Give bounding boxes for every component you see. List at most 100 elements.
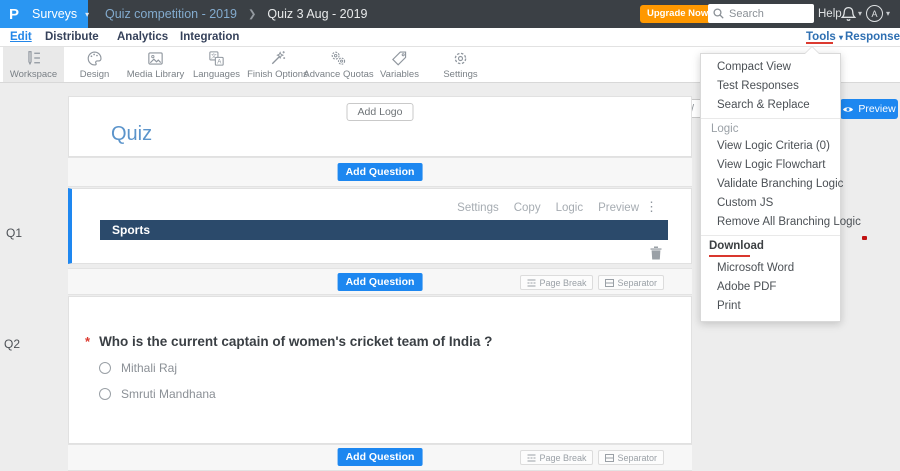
top-bar: P Surveys ▾ Quiz competition - 2019 ❯ Qu… xyxy=(0,0,900,28)
question-group-title[interactable]: Sports xyxy=(100,220,668,240)
menu-item-microsoft-word[interactable]: Microsoft Word xyxy=(701,259,840,278)
menu-item-remove-branching-logic[interactable]: Remove All Branching Logic xyxy=(701,213,861,232)
tab-integration[interactable]: Integration xyxy=(180,28,239,46)
toolbar-settings[interactable]: Settings xyxy=(430,47,491,82)
product-name: Surveys xyxy=(32,7,78,21)
avatar-initial: A xyxy=(871,8,878,19)
page-break-icon xyxy=(527,454,536,461)
question-text: Who is the current captain of women's cr… xyxy=(99,334,493,349)
eye-icon xyxy=(843,106,854,112)
answer-option[interactable]: Mithali Raj xyxy=(99,361,177,375)
breadcrumb-folder[interactable]: Quiz competition - 2019 xyxy=(105,7,237,21)
menu-divider xyxy=(701,118,840,119)
breadcrumb: Quiz competition - 2019 ❯ Quiz 3 Aug - 2… xyxy=(105,0,367,28)
separator-button[interactable]: Separator xyxy=(598,450,664,465)
insert-row: Add Question Page Break Separator xyxy=(68,444,692,471)
question-logic-link[interactable]: Logic xyxy=(556,202,584,214)
page-break-button[interactable]: Page Break xyxy=(520,450,594,465)
menu-item-validate-branching-logic[interactable]: Validate Branching Logic xyxy=(701,175,843,194)
question-actions: Settings Copy Logic Preview xyxy=(457,202,639,214)
radio-icon[interactable] xyxy=(99,388,111,400)
toolbar-advance-quotas[interactable]: Advance Quotas xyxy=(303,47,374,82)
question-block-q1[interactable]: Settings Copy Logic Preview ⋮ Sports xyxy=(68,188,692,264)
tag-icon xyxy=(392,51,407,66)
separator-icon xyxy=(605,278,615,287)
page-break-icon xyxy=(527,279,536,286)
tab-analytics[interactable]: Analytics xyxy=(117,28,168,46)
add-logo-button[interactable]: Add Logo xyxy=(346,103,414,121)
separator-button[interactable]: Separator xyxy=(598,275,664,290)
question-block-q2[interactable]: * Who is the current captain of women's … xyxy=(68,296,692,444)
question-copy-link[interactable]: Copy xyxy=(514,202,541,214)
menu-item-print[interactable]: Print xyxy=(701,297,840,316)
survey-title[interactable]: Quiz xyxy=(111,123,152,146)
translate-icon: 文 A xyxy=(209,51,224,66)
annotation-red-dot xyxy=(862,236,867,240)
tab-distribute[interactable]: Distribute xyxy=(45,28,99,46)
tools-annotation-underline xyxy=(806,42,833,44)
question-settings-link[interactable]: Settings xyxy=(457,202,499,214)
question-text-row[interactable]: * Who is the current captain of women's … xyxy=(85,334,492,349)
insert-row: Add Question Page Break Separator xyxy=(68,268,692,295)
toolbar-workspace[interactable]: Workspace xyxy=(3,47,64,82)
survey-header-card: Add Logo Quiz xyxy=(68,96,692,157)
menu-item-search-replace[interactable]: Search & Replace xyxy=(701,96,840,115)
avatar[interactable]: A xyxy=(866,5,883,22)
tab-edit[interactable]: Edit xyxy=(10,28,32,46)
gear-icon xyxy=(454,52,467,65)
main-nav: Edit Distribute Analytics Integration To… xyxy=(0,28,900,61)
question-number-q1: Q1 xyxy=(6,226,23,240)
insert-row: Add Question xyxy=(68,157,692,187)
help-link[interactable]: Help xyxy=(818,0,842,28)
add-question-button[interactable]: Add Question xyxy=(337,163,423,181)
add-question-button[interactable]: Add Question xyxy=(337,273,423,291)
menu-item-view-logic-flowchart[interactable]: View Logic Flowchart xyxy=(701,156,840,175)
toolbar-finish-options[interactable]: Finish Options xyxy=(247,47,308,82)
gears-icon xyxy=(331,51,346,65)
toolbar-design[interactable]: Design xyxy=(64,47,125,82)
menu-item-adobe-pdf[interactable]: Adobe PDF xyxy=(701,278,840,297)
image-icon xyxy=(148,52,163,65)
workspace-icon xyxy=(28,51,40,66)
responses-link[interactable]: Responses: 0 xyxy=(845,28,900,61)
download-annotation-underline xyxy=(709,255,750,257)
breadcrumb-survey[interactable]: Quiz 3 Aug - 2019 xyxy=(267,7,367,21)
toolbar-variables[interactable]: Variables xyxy=(369,47,430,82)
add-question-button[interactable]: Add Question xyxy=(337,448,423,466)
surveys-app-switcher[interactable]: P Surveys ▾ xyxy=(0,0,90,28)
trash-icon[interactable] xyxy=(650,246,662,260)
page-break-button[interactable]: Page Break xyxy=(520,275,594,290)
menu-item-test-responses[interactable]: Test Responses xyxy=(701,77,840,96)
menu-section-logic: Logic xyxy=(711,123,739,135)
tools-dropdown-menu: Compact View Test Responses Search & Rep… xyxy=(700,46,861,322)
search-icon xyxy=(713,8,724,19)
chevron-down-icon: ▾ xyxy=(85,9,90,19)
question-preview-link[interactable]: Preview xyxy=(598,202,639,214)
search-input[interactable] xyxy=(729,7,807,20)
menu-item-custom-js[interactable]: Custom JS xyxy=(701,194,840,213)
menu-item-compact-view[interactable]: Compact View xyxy=(701,58,840,77)
menu-caret-icon xyxy=(805,47,819,54)
chevron-down-icon: ▾ xyxy=(839,33,844,42)
separator-icon xyxy=(605,453,615,462)
kebab-menu-icon[interactable]: ⋮ xyxy=(645,199,658,215)
chevron-down-icon[interactable]: ▾ xyxy=(886,0,890,28)
preview-button[interactable]: Preview xyxy=(840,99,898,119)
toolbar-media-library[interactable]: Media Library xyxy=(125,47,186,82)
palette-icon xyxy=(87,51,102,66)
upgrade-now-button[interactable]: Upgrade Now xyxy=(640,5,716,23)
toolbar-languages[interactable]: 文 A Languages xyxy=(186,47,247,82)
radio-icon[interactable] xyxy=(99,362,111,374)
notifications-bell-icon[interactable] xyxy=(841,6,856,22)
chevron-down-icon[interactable]: ▾ xyxy=(858,0,862,28)
question-number-q2: Q2 xyxy=(4,337,21,351)
breadcrumb-separator-icon: ❯ xyxy=(248,8,257,20)
menu-divider xyxy=(701,235,840,236)
menu-item-view-logic-criteria[interactable]: View Logic Criteria (0) xyxy=(701,137,840,156)
search-box[interactable] xyxy=(708,4,814,23)
required-asterisk: * xyxy=(85,334,91,349)
menu-section-download: Download xyxy=(709,240,764,252)
answer-option[interactable]: Smruti Mandhana xyxy=(99,387,216,401)
magic-wand-icon xyxy=(271,51,286,65)
proprofs-logo: P xyxy=(9,5,20,23)
